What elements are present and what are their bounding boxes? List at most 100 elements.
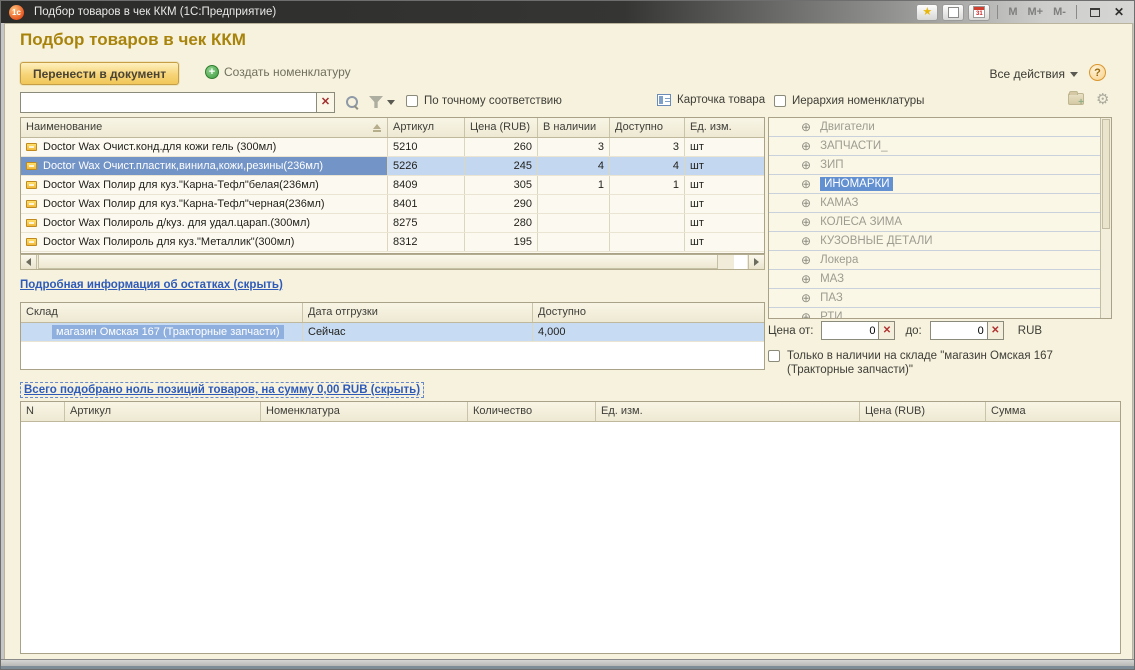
tree-item[interactable]: ⊕ ЗИП xyxy=(769,156,1111,175)
scroll-left-button[interactable] xyxy=(21,255,37,269)
only-in-stock-checkbox[interactable] xyxy=(768,350,780,362)
expand-icon[interactable]: ⊕ xyxy=(801,235,811,247)
column-header[interactable]: Ед. изм. xyxy=(685,118,764,137)
product-row[interactable]: Doctor Wax Полир для куз."Карна-Тефл"бел… xyxy=(21,176,764,195)
favorites-button[interactable]: ★ xyxy=(916,4,938,21)
tree-item[interactable]: ⊕КУЗОВНЫЕ ДЕТАЛИ xyxy=(769,232,1111,251)
memory-subtract-button[interactable]: M- xyxy=(1050,6,1069,18)
column-header[interactable]: Количество xyxy=(468,402,596,421)
product-sku: 5210 xyxy=(388,138,465,156)
product-card-icon xyxy=(657,94,671,106)
expand-icon[interactable]: ⊕ xyxy=(801,273,811,285)
tree-item[interactable]: ⊕ПАЗ xyxy=(769,289,1111,308)
column-header[interactable]: Доступно xyxy=(533,303,764,322)
expand-icon[interactable]: ⊕ xyxy=(801,292,811,304)
tree-item[interactable]: ⊕КОЛЕСА ЗИМА xyxy=(769,213,1111,232)
memory-recall-button[interactable]: M xyxy=(1005,6,1020,18)
clear-search-button[interactable]: ✕ xyxy=(316,92,335,113)
column-header[interactable]: Артикул xyxy=(388,118,465,137)
column-header[interactable]: Цена (RUB) xyxy=(860,402,986,421)
column-header[interactable]: Дата отгрузки xyxy=(303,303,533,322)
hierarchy-checkbox[interactable] xyxy=(774,95,786,107)
calculator-icon xyxy=(948,7,959,18)
selection-summary-link[interactable]: Всего подобрано ноль позиций товаров, на… xyxy=(20,382,424,398)
product-name-cell: Doctor Wax Очист.пластик,винила,кожи,рез… xyxy=(21,157,388,175)
product-row[interactable]: Doctor Wax Полир для куз."Карна-Тефл"чер… xyxy=(21,195,764,214)
item-icon xyxy=(26,143,37,151)
expand-icon[interactable]: ⊕ xyxy=(801,178,811,190)
product-row[interactable]: Doctor Wax Очист.пластик,винила,кожи,рез… xyxy=(21,157,764,176)
expand-icon[interactable]: ⊕ xyxy=(801,216,811,228)
scrollbar-thumb[interactable] xyxy=(1102,119,1110,229)
column-header[interactable]: Цена (RUB) xyxy=(465,118,538,137)
separator xyxy=(1076,5,1077,19)
exact-match-option[interactable]: По точному соответствию xyxy=(406,95,562,107)
product-row[interactable]: Doctor Wax Полироль для куз."Металлик"(3… xyxy=(21,233,764,252)
column-header[interactable]: N xyxy=(21,402,65,421)
product-row[interactable]: Doctor Wax Полироль д/куз. для удал.цара… xyxy=(21,214,764,233)
folder-add-icon[interactable] xyxy=(1068,93,1084,105)
search-icon[interactable] xyxy=(346,96,358,108)
price-from-input[interactable] xyxy=(821,321,879,340)
tree-item-label: ЗИП xyxy=(820,159,843,171)
tree-item[interactable]: ⊕Двигатели xyxy=(769,118,1111,137)
column-header[interactable]: Склад xyxy=(21,303,303,322)
clear-price-to-button[interactable]: ✕ xyxy=(988,321,1004,340)
hierarchy-option[interactable]: Иерархия номенклатуры xyxy=(774,95,924,107)
all-actions-button[interactable]: Все действия xyxy=(990,67,1078,81)
sort-icon[interactable] xyxy=(373,124,381,129)
clear-price-from-button[interactable]: ✕ xyxy=(879,321,895,340)
expand-icon[interactable]: ⊕ xyxy=(801,159,811,171)
expand-icon[interactable]: ⊕ xyxy=(801,311,811,319)
tree-item[interactable]: ⊕КАМАЗ xyxy=(769,194,1111,213)
search-input[interactable] xyxy=(20,92,316,113)
only-in-stock-option[interactable]: Только в наличии на складе "магазин Омск… xyxy=(768,349,1098,377)
column-header[interactable]: Наименование xyxy=(21,118,388,137)
calculator-button[interactable] xyxy=(942,4,964,21)
price-from-label: Цена от: xyxy=(768,325,813,337)
product-price: 245 xyxy=(465,157,538,175)
product-unit: шт xyxy=(685,176,764,194)
column-header[interactable]: Сумма xyxy=(986,402,1120,421)
tree-item[interactable]: ⊕ЗАПЧАСТИ_ xyxy=(769,137,1111,156)
exact-match-checkbox[interactable] xyxy=(406,95,418,107)
gear-icon[interactable]: ⚙ xyxy=(1096,90,1109,108)
arrow-left-icon xyxy=(26,258,31,266)
create-item-button[interactable]: + Создать номенклатуру xyxy=(205,65,351,79)
column-header[interactable]: Ед. изм. xyxy=(596,402,860,421)
scroll-right-button[interactable] xyxy=(748,255,764,269)
horizontal-scrollbar[interactable] xyxy=(20,254,765,270)
tree-item[interactable]: ⊕РТИ xyxy=(769,308,1111,319)
expand-icon[interactable]: ⊕ xyxy=(801,121,811,133)
transfer-to-document-button[interactable]: Перенести в документ xyxy=(20,62,179,85)
titlebar-controls: ★ 31 M M+ M- ✕ xyxy=(916,1,1128,23)
price-to-label: до: xyxy=(905,325,921,337)
column-header[interactable]: Артикул xyxy=(65,402,261,421)
tree-item[interactable]: ⊕ИНОМАРКИ xyxy=(769,175,1111,194)
column-header[interactable]: В наличии xyxy=(538,118,610,137)
tree-item[interactable]: ⊕Локера xyxy=(769,251,1111,270)
expand-icon[interactable]: ⊕ xyxy=(801,197,811,209)
close-button[interactable]: ✕ xyxy=(1110,5,1128,19)
stock-info-toggle-link[interactable]: Подробная информация об остатках (скрыть… xyxy=(20,279,283,291)
product-card-button[interactable]: Карточка товара xyxy=(657,94,765,106)
column-header[interactable]: Номенклатура xyxy=(261,402,468,421)
stock-row[interactable]: магазин Омская 167 (Тракторные запчасти)… xyxy=(21,323,764,342)
expand-icon[interactable]: ⊕ xyxy=(801,140,811,152)
product-name: Doctor Wax Полир для куз."Карна-Тефл"бел… xyxy=(43,179,319,191)
product-sku: 8409 xyxy=(388,176,465,194)
price-to-input[interactable] xyxy=(930,321,988,340)
category-tree: ⊕Двигатели⊕ЗАПЧАСТИ_⊕ЗИП⊕ИНОМАРКИ⊕КАМАЗ⊕… xyxy=(768,117,1112,319)
memory-add-button[interactable]: M+ xyxy=(1025,6,1047,18)
expand-icon[interactable]: ⊕ xyxy=(801,254,811,266)
help-button[interactable]: ? xyxy=(1089,64,1106,81)
tree-item[interactable]: ⊕МАЗ xyxy=(769,270,1111,289)
calendar-button[interactable]: 31 xyxy=(968,4,990,21)
scrollbar-thumb[interactable] xyxy=(38,255,718,269)
product-available: 4 xyxy=(610,157,685,175)
column-header[interactable]: Доступно xyxy=(610,118,685,137)
maximize-button[interactable] xyxy=(1084,4,1106,21)
product-row[interactable]: Doctor Wax Очист.конд.для кожи гель (300… xyxy=(21,138,764,157)
filter-button[interactable] xyxy=(369,96,395,108)
vertical-scrollbar[interactable] xyxy=(1100,118,1111,318)
